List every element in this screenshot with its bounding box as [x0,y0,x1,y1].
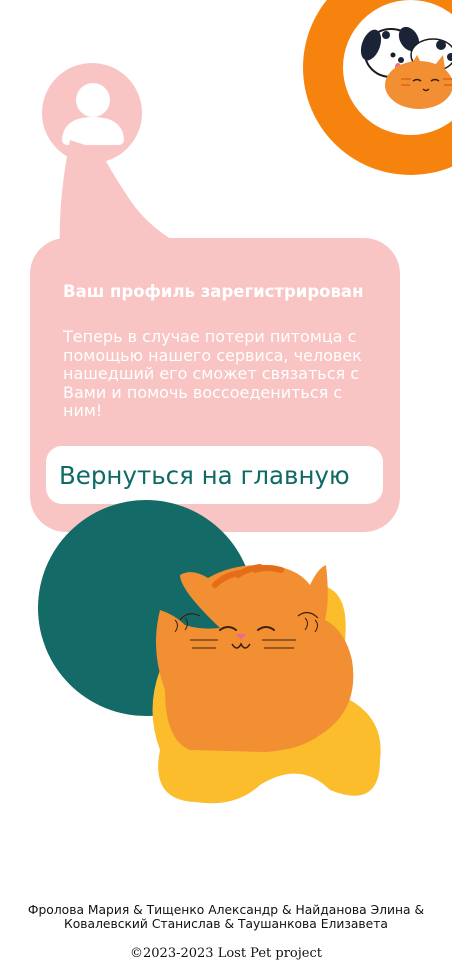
footer-authors: Фролова Мария & Тищенко Александр & Найд… [0,903,452,931]
bubble-tail [59,140,190,250]
success-card: Ваш профиль зарегистрирован Теперь в слу… [30,238,400,532]
back-home-button[interactable]: Вернуться на главную [46,446,383,504]
copyright: ©2023-2023 Lost Pet project [130,946,322,961]
orange-cat-illustration [152,564,381,804]
profile-bubble: Ваш профиль зарегистрирован Теперь в слу… [0,0,452,560]
registration-success-page: Ваш профиль зарегистрирован Теперь в слу… [0,0,452,965]
authors-line-1: Фролова Мария & Тищенко Александр & Найд… [27,903,425,917]
card-description: Теперь в случае потери питомца с помощью… [63,327,362,420]
authors-line-2: Ковалевский Станислав & Таушанкова Елиза… [64,917,388,931]
card-title: Ваш профиль зарегистрирован [63,282,364,301]
